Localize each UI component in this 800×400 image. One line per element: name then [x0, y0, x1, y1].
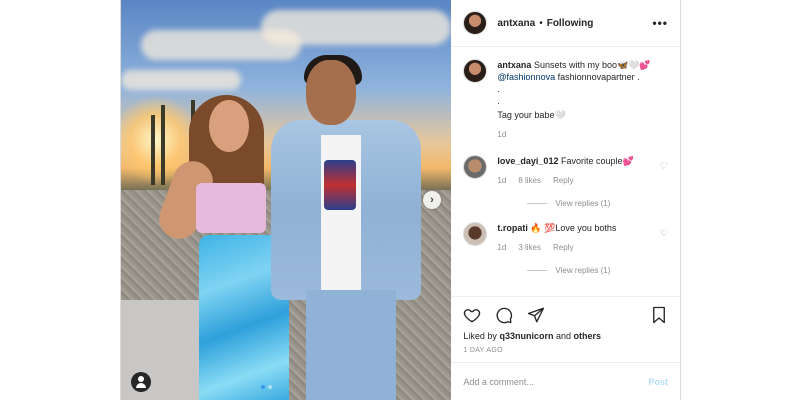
share-icon[interactable] [527, 306, 545, 324]
comment-username[interactable]: love_dayi_012 [497, 156, 558, 166]
caption-line: . [497, 96, 500, 106]
caption-line: . [497, 84, 500, 94]
comment-item: t.ropati 🔥 💯Love you boths 1d 3 likes Re… [463, 222, 668, 254]
avatar[interactable] [463, 59, 488, 83]
avatar[interactable] [463, 11, 488, 35]
caption-tag: fashionnovapartner . [557, 72, 640, 82]
liked-by-middle: and [555, 331, 572, 341]
comment-username[interactable]: t.ropati [497, 223, 528, 233]
comment-like-heart-icon[interactable]: ♡ [660, 161, 668, 172]
heart-icon[interactable] [463, 306, 481, 324]
comment-text: Favorite couple💕 [560, 156, 634, 166]
add-comment-bar: Post [451, 362, 680, 400]
post-actions: Liked by q33nunicorn and others 1 DAY AG… [451, 296, 680, 362]
header-separator: • [539, 17, 543, 29]
caption: antxana Sunsets with my boo🦋🤍💕 @fashionn… [463, 59, 668, 141]
more-options-icon[interactable]: ••• [652, 16, 668, 30]
comment-input[interactable] [463, 376, 649, 387]
comment-time[interactable]: 1d [497, 242, 506, 254]
reply-button[interactable]: Reply [553, 242, 573, 254]
caption-line: Tag your babe🤍 [497, 110, 566, 120]
next-photo-button[interactable]: › [423, 191, 441, 209]
post-modal: › antxana • Following ••• antxana Sunset… [120, 0, 681, 400]
tagged-users-button[interactable] [131, 372, 151, 392]
caption-text: Sunsets with my boo🦋🤍💕 [533, 60, 651, 70]
chevron-right-icon: › [430, 194, 434, 206]
view-replies-button[interactable]: View replies (1) [527, 266, 668, 275]
caption-time[interactable]: 1d [497, 129, 506, 141]
liked-by: Liked by q33nunicorn and others [463, 331, 668, 341]
liked-by-others[interactable]: others [574, 331, 602, 341]
reply-button[interactable]: Reply [553, 175, 573, 187]
comment-item: love_dayi_012 Favorite couple💕 1d 8 like… [463, 155, 668, 187]
comment-likes[interactable]: 8 likes [518, 175, 541, 187]
comment-like-heart-icon[interactable]: ♡ [660, 228, 668, 239]
avatar[interactable] [463, 222, 488, 246]
bookmark-icon[interactable] [650, 306, 668, 324]
comment-text: 🔥 💯Love you boths [530, 223, 617, 233]
comments-list[interactable]: antxana Sunsets with my boo🦋🤍💕 @fashionn… [451, 47, 680, 296]
view-replies-button[interactable]: View replies (1) [527, 199, 668, 208]
liked-by-prefix: Liked by [463, 331, 497, 341]
comment-time[interactable]: 1d [497, 175, 506, 187]
following-button[interactable]: Following [547, 18, 594, 29]
liked-by-user[interactable]: q33nunicorn [499, 331, 553, 341]
comment-icon[interactable] [495, 306, 513, 324]
caption-mention[interactable]: @fashionnova [497, 72, 555, 82]
caption-username[interactable]: antxana [497, 60, 531, 70]
avatar[interactable] [463, 155, 488, 179]
post-username[interactable]: antxana [497, 18, 535, 29]
post-details-panel: antxana • Following ••• antxana Sunsets … [451, 0, 680, 400]
post-timestamp[interactable]: 1 DAY AGO [463, 347, 668, 354]
post-comment-button[interactable]: Post [648, 377, 668, 387]
post-photo[interactable]: › [121, 0, 452, 400]
post-header: antxana • Following ••• [451, 0, 680, 47]
carousel-indicator [261, 385, 272, 389]
comment-likes[interactable]: 3 likes [518, 242, 541, 254]
